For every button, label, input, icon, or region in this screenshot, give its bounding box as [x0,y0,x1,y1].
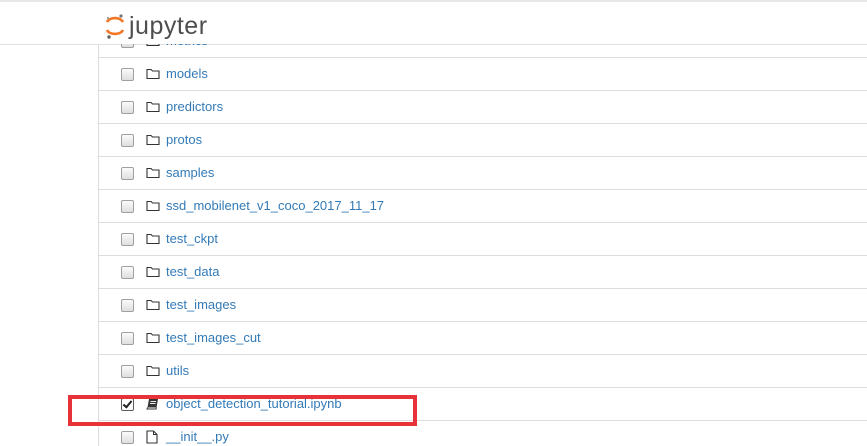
header-bar: jupyter [0,2,867,45]
folder-icon [146,265,160,279]
highlight-box [68,395,417,426]
folder-icon [146,364,160,378]
file-link[interactable]: test_data [166,264,220,280]
row-checkbox[interactable] [121,68,134,81]
file-link[interactable]: utils [166,363,189,379]
row-checkbox[interactable] [121,134,134,147]
file-row[interactable]: test_data [99,256,867,289]
file-row[interactable]: predictors [99,91,867,124]
file-row[interactable]: protos [99,124,867,157]
jupyter-logo[interactable]: jupyter [104,11,208,41]
file-list: metrics models predictors protos samples ssd_… [99,44,867,446]
file-row[interactable]: test_images [99,289,867,322]
folder-icon [146,232,160,246]
folder-icon [146,44,160,48]
row-checkbox[interactable] [121,101,134,114]
file-link[interactable]: metrics [166,44,208,49]
file-link[interactable]: protos [166,132,202,148]
row-checkbox[interactable] [121,299,134,312]
file-link[interactable]: test_images_cut [166,330,261,346]
file-row[interactable]: metrics [99,44,867,58]
folder-icon [146,166,160,180]
row-checkbox[interactable] [121,365,134,378]
row-checkbox[interactable] [121,332,134,345]
file-link[interactable]: predictors [166,99,223,115]
file-row[interactable]: utils [99,355,867,388]
row-checkbox[interactable] [121,431,134,444]
file-link[interactable]: samples [166,165,214,181]
folder-icon [146,331,160,345]
jupyter-logo-icon [105,14,125,39]
row-checkbox[interactable] [121,167,134,180]
row-checkbox[interactable] [121,44,134,48]
folder-icon [146,100,160,114]
file-row[interactable]: test_ckpt [99,223,867,256]
file-link[interactable]: test_images [166,297,236,313]
logo-text: jupyter [129,12,208,40]
row-checkbox[interactable] [121,233,134,246]
file-icon [146,430,160,444]
file-link[interactable]: __init__.py [166,429,229,445]
folder-icon [146,67,160,81]
row-checkbox[interactable] [121,200,134,213]
file-link[interactable]: test_ckpt [166,231,218,247]
folder-icon [146,199,160,213]
folder-icon [146,133,160,147]
file-row[interactable]: test_images_cut [99,322,867,355]
file-row[interactable]: models [99,58,867,91]
folder-icon [146,298,160,312]
file-link[interactable]: ssd_mobilenet_v1_coco_2017_11_17 [166,198,384,214]
file-list-panel: metrics models predictors protos samples ssd_… [98,44,867,446]
file-row[interactable]: samples [99,157,867,190]
file-link[interactable]: models [166,66,208,82]
row-checkbox[interactable] [121,266,134,279]
file-row[interactable]: ssd_mobilenet_v1_coco_2017_11_17 [99,190,867,223]
